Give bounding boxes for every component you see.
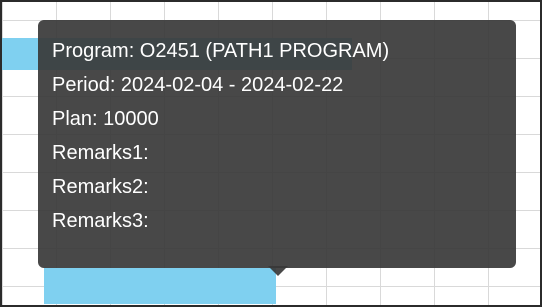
tooltip-pointer bbox=[268, 266, 288, 276]
tooltip-remarks1: Remarks1: bbox=[52, 142, 149, 164]
tooltip-plan: Plan: 10000 bbox=[52, 108, 159, 130]
bar-tooltip: Program: O2451 (PATH1 PROGRAM) Period: 2… bbox=[38, 20, 516, 268]
timeline-panel: Program: O2451 (PATH1 PROGRAM) Period: 2… bbox=[0, 0, 542, 307]
tooltip-program: Program: O2451 (PATH1 PROGRAM) bbox=[52, 40, 390, 62]
tooltip-remarks3: Remarks3: bbox=[52, 210, 149, 232]
schedule-bar-hovered[interactable] bbox=[44, 268, 276, 304]
tooltip-period: Period: 2024-02-04 - 2024-02-22 bbox=[52, 74, 344, 96]
tooltip-remarks2: Remarks2: bbox=[52, 176, 149, 198]
